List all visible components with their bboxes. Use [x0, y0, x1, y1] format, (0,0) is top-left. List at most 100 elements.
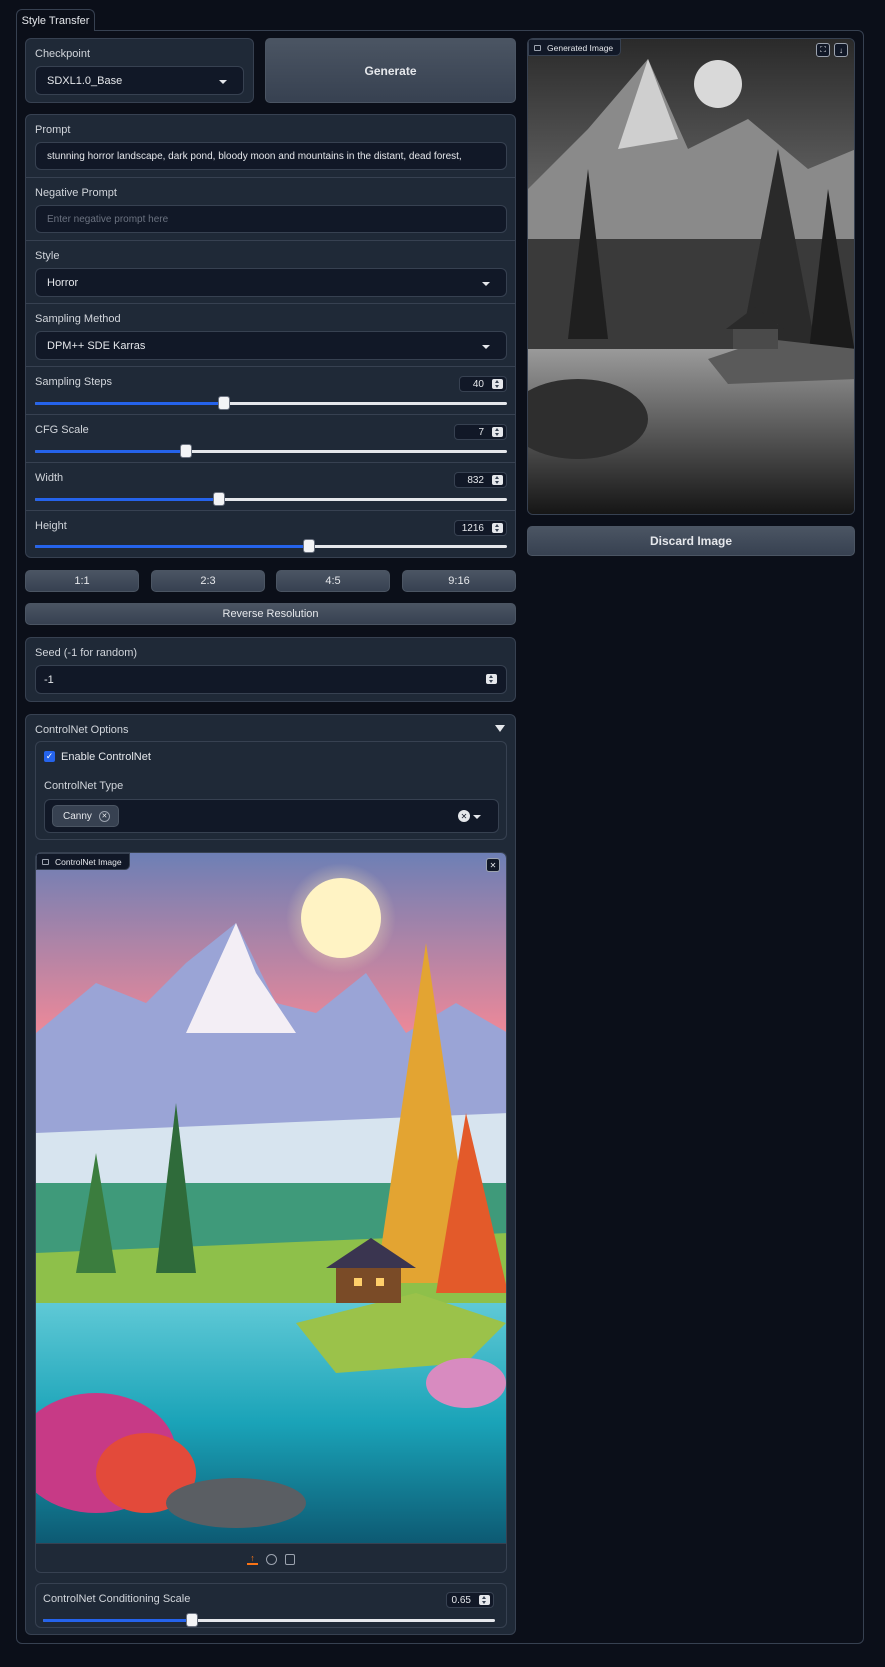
image-toolbar: ↑ [36, 1543, 506, 1572]
collapse-toggle-icon[interactable] [495, 725, 505, 732]
seed-input[interactable]: -1 [35, 665, 507, 694]
slider-thumb[interactable] [217, 396, 230, 410]
prompt-label: Prompt [35, 124, 71, 136]
tab-style-transfer[interactable]: Style Transfer [16, 9, 95, 31]
height-number[interactable]: 1216 [454, 520, 507, 536]
slider-thumb[interactable] [213, 492, 226, 506]
generated-image-box: Generated Image ⛶ ↓ [527, 38, 855, 515]
sampling-steps-slider[interactable] [35, 396, 507, 410]
sampling-steps-label: Sampling Steps [35, 376, 113, 388]
prompt-input[interactable]: stunning horror landscape, dark pond, bl… [35, 142, 507, 170]
checkpoint-label: Checkpoint [35, 48, 91, 60]
slider-fill [43, 1619, 193, 1622]
controlnet-title: ControlNet Options [35, 724, 129, 736]
enable-controlnet-label: Enable ControlNet [61, 751, 151, 763]
divider [26, 462, 515, 463]
negative-prompt-input[interactable]: Enter negative prompt here [35, 205, 507, 233]
image-icon [534, 44, 541, 51]
generated-image-label-text: Generated Image [547, 42, 614, 53]
controlnet-type-label: ControlNet Type [44, 780, 124, 792]
checkpoint-dropdown[interactable]: SDXL1.0_Base [35, 66, 244, 95]
upload-icon[interactable]: ↑ [247, 1553, 258, 1565]
style-dropdown[interactable]: Horror [35, 268, 507, 297]
clipboard-icon[interactable] [285, 1553, 295, 1565]
spinner-icon[interactable] [492, 475, 503, 485]
prompt-value: stunning horror landscape, dark pond, bl… [47, 150, 462, 162]
divider [26, 510, 515, 511]
canny-token: Canny ✕ [52, 805, 119, 827]
canny-token-label: Canny [63, 810, 92, 822]
controlnet-image-box: ControlNet Image ✕ ↑ [35, 852, 507, 1573]
conditioning-scale-number[interactable]: 0.65 [446, 1592, 494, 1608]
conditioning-scale-label: ControlNet Conditioning Scale [43, 1593, 191, 1605]
seed-panel: Seed (-1 for random) -1 [25, 637, 516, 702]
settings-panel: Prompt stunning horror landscape, dark p… [25, 114, 516, 558]
clear-icon[interactable]: ✕ [458, 810, 470, 822]
remove-token-icon[interactable]: ✕ [98, 810, 110, 822]
cfg-scale-label: CFG Scale [35, 424, 89, 436]
spinner-icon[interactable] [492, 379, 503, 389]
fullscreen-icon[interactable]: ⛶ [816, 43, 830, 57]
divider [26, 177, 515, 178]
generate-button[interactable]: Generate [265, 38, 516, 103]
ratio-button-9-16[interactable]: 9:16 [402, 570, 516, 592]
conditioning-scale-slider[interactable] [43, 1613, 495, 1627]
sampling-method-dropdown[interactable]: DPM++ SDE Karras [35, 331, 507, 360]
cfg-scale-slider[interactable] [35, 444, 507, 458]
sampling-steps-number[interactable]: 40 [459, 376, 507, 392]
slider-fill [35, 402, 224, 405]
conditioning-scale-value: 0.65 [451, 1594, 471, 1606]
seed-value: -1 [44, 673, 54, 686]
sampling-steps-value: 40 [472, 378, 484, 390]
image-icon [42, 858, 49, 865]
close-icon[interactable]: ✕ [486, 858, 500, 872]
generated-image [528, 39, 854, 514]
spinner-icon[interactable] [486, 674, 497, 684]
slider-fill [35, 498, 220, 501]
style-value: Horror [47, 276, 79, 289]
controlnet-image-label-text: ControlNet Image [55, 856, 122, 867]
checkpoint-panel: Checkpoint SDXL1.0_Base [25, 38, 254, 103]
discard-image-button[interactable]: Discard Image [527, 526, 855, 556]
ratio-button-1-1[interactable]: 1:1 [25, 570, 139, 592]
slider-fill [35, 545, 309, 548]
spinner-icon[interactable] [479, 1595, 490, 1605]
enable-controlnet-checkbox[interactable]: ✓ [44, 751, 55, 762]
ratio-button-2-3[interactable]: 2:3 [151, 570, 265, 592]
slider-thumb[interactable] [180, 444, 193, 458]
reverse-resolution-button[interactable]: Reverse Resolution [25, 603, 516, 625]
negative-prompt-label: Negative Prompt [35, 187, 117, 199]
divider [26, 240, 515, 241]
chevron-down-icon [482, 345, 490, 349]
ratio-button-4-5[interactable]: 4:5 [276, 570, 390, 592]
width-value: 832 [467, 474, 484, 486]
chevron-down-icon [482, 282, 490, 286]
webcam-icon[interactable] [266, 1553, 277, 1565]
style-label: Style [35, 250, 60, 262]
checkpoint-value: SDXL1.0_Base [47, 74, 123, 87]
height-value: 1216 [461, 522, 484, 534]
divider [26, 303, 515, 304]
chevron-down-icon [473, 815, 481, 819]
sampling-method-value: DPM++ SDE Karras [47, 339, 146, 352]
height-slider[interactable] [35, 539, 507, 553]
controlnet-settings-box: ✓ Enable ControlNet ControlNet Type Cann… [35, 741, 507, 840]
cfg-scale-number[interactable]: 7 [454, 424, 507, 440]
cfg-scale-value: 7 [478, 426, 484, 438]
spinner-icon[interactable] [492, 523, 503, 533]
conditioning-scale-box: ControlNet Conditioning Scale 0.65 [35, 1583, 507, 1628]
divider [26, 414, 515, 415]
slider-thumb[interactable] [302, 539, 315, 553]
width-number[interactable]: 832 [454, 472, 507, 488]
width-slider[interactable] [35, 492, 507, 506]
seed-label: Seed (-1 for random) [35, 647, 138, 659]
download-icon[interactable]: ↓ [834, 43, 848, 57]
controlnet-type-dropdown[interactable]: Canny ✕ ✕ [44, 799, 499, 833]
spinner-icon[interactable] [492, 427, 503, 437]
divider [26, 366, 515, 367]
controlnet-panel: ControlNet Options ✓ Enable ControlNet C… [25, 714, 516, 1635]
height-label: Height [35, 520, 67, 532]
slider-thumb[interactable] [186, 1613, 199, 1627]
negative-prompt-placeholder: Enter negative prompt here [47, 213, 169, 225]
generated-image-label: Generated Image [528, 39, 622, 56]
